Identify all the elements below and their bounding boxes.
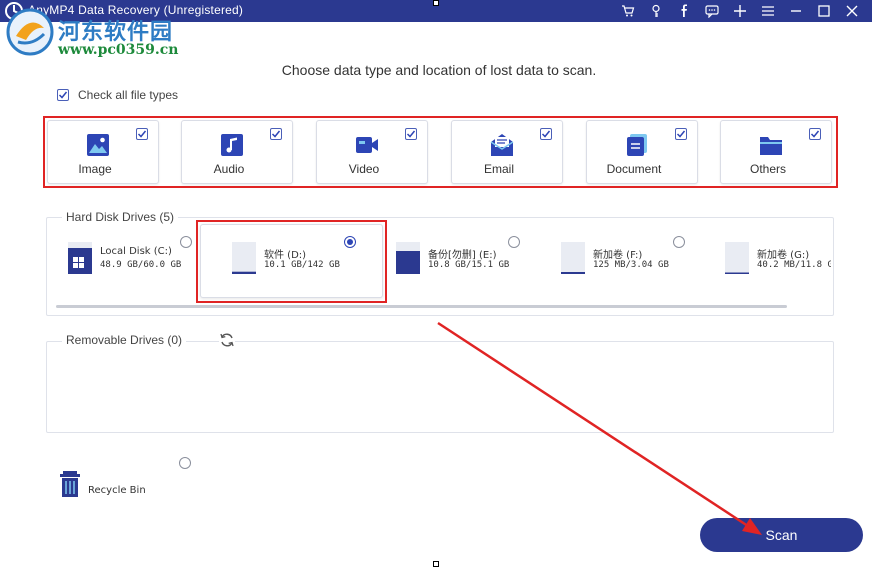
refresh-icon[interactable] (219, 332, 235, 348)
page-heading: Choose data type and location of lost da… (281, 62, 597, 78)
drive-name: 软件 (D:) (264, 250, 307, 261)
drive-size: 48.9 GB/60.0 GB (100, 260, 182, 270)
check-all-checkbox[interactable] (57, 89, 69, 101)
windows-drive-icon (68, 242, 92, 274)
recycle-bin-icon (60, 471, 80, 497)
drive-c-radio[interactable] (180, 236, 192, 248)
drive-icon (396, 242, 420, 274)
drive-f[interactable]: 新加卷 (F:) 125 MB/3.04 GB (561, 240, 691, 284)
drive-name: Local Disk (C:) (100, 246, 172, 257)
menu-icon[interactable] (754, 0, 782, 22)
minimize-icon[interactable] (782, 0, 810, 22)
drive-f-radio[interactable] (673, 236, 685, 248)
watermark-logo-icon (6, 8, 54, 56)
facebook-icon[interactable] (670, 0, 698, 22)
plus-icon[interactable] (726, 0, 754, 22)
drive-size: 125 MB/3.04 GB (593, 260, 669, 270)
drive-size: 10.8 GB/15.1 GB (428, 260, 510, 270)
scan-button[interactable]: Scan (700, 518, 863, 552)
close-icon[interactable] (838, 0, 866, 22)
file-types-highlight-box (43, 116, 838, 188)
drive-g[interactable]: 新加卷 (G:) 40.2 MB/11.8 GB (725, 240, 831, 284)
drive-size: 40.2 MB/11.8 GB (757, 260, 831, 270)
checkmark-icon (58, 91, 68, 99)
drive-d-radio[interactable] (344, 236, 356, 248)
drive-e-radio[interactable] (508, 236, 520, 248)
drive-icon (561, 242, 585, 274)
drive-icon (725, 242, 749, 274)
recycle-bin-label: Recycle Bin (88, 485, 146, 496)
hard-disk-title: Hard Disk Drives (5) (62, 210, 179, 224)
drive-e[interactable]: 备份[勿删] (E:) 10.8 GB/15.1 GB (396, 240, 526, 284)
watermark-url: www.pc0359.cn (58, 42, 179, 58)
cart-icon[interactable] (614, 0, 642, 22)
drive-c[interactable]: Local Disk (C:) 48.9 GB/60.0 GB (68, 240, 188, 284)
selection-marker (433, 0, 439, 6)
selection-marker (433, 561, 439, 567)
maximize-icon[interactable] (810, 0, 838, 22)
drive-size: 10.1 GB/142 GB (264, 260, 340, 270)
removable-drives-title: Removable Drives (0) (62, 333, 187, 347)
drives-horizontal-scrollbar[interactable] (56, 305, 787, 308)
chat-icon[interactable] (698, 0, 726, 22)
window-toolbar (614, 0, 866, 22)
recycle-bin-radio[interactable] (179, 457, 191, 469)
drive-icon (232, 242, 256, 274)
site-watermark: 河东软件园 www.pc0359.cn (0, 4, 200, 64)
drive-name: 新加卷 (G:) (757, 250, 810, 261)
removable-drives-panel (46, 341, 834, 433)
drive-name: 备份[勿删] (E:) (428, 250, 497, 261)
drive-name: 新加卷 (F:) (593, 250, 643, 261)
check-all-file-types[interactable]: Check all file types (57, 88, 178, 102)
check-all-label: Check all file types (78, 88, 179, 102)
key-icon[interactable] (642, 0, 670, 22)
